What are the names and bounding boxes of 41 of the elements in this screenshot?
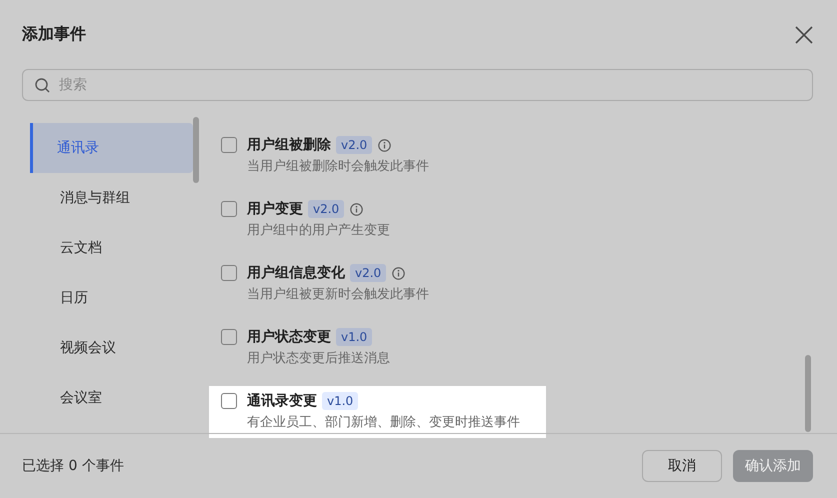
sidebar-item[interactable]: 消息与群组	[30, 173, 193, 223]
event-description: 用户状态变更后推送消息	[247, 350, 390, 368]
dialog-title: 添加事件	[22, 24, 86, 45]
selection-count: 已选择 0 个事件	[22, 457, 124, 475]
checkbox[interactable]	[221, 329, 237, 345]
event-description: 当用户组被删除时会触发此事件	[247, 158, 429, 176]
info-icon[interactable]	[392, 266, 406, 280]
version-badge: v1.0	[322, 392, 358, 410]
checkbox[interactable]	[221, 393, 237, 409]
sidebar-item[interactable]: 云文档	[30, 223, 193, 273]
sidebar-item[interactable]: 会议室	[30, 373, 193, 423]
version-badge: v2.0	[350, 264, 386, 282]
event-name: 通讯录变更	[247, 392, 317, 410]
event-item[interactable]: 用户状态变更 v1.0 用户状态变更后推送消息	[209, 322, 416, 374]
scrollbar-thumb[interactable]	[805, 355, 811, 432]
sidebar-item[interactable]: 日历	[30, 273, 193, 323]
sidebar-item[interactable]: 视频会议	[30, 323, 193, 373]
version-badge: v1.0	[336, 328, 372, 346]
checkbox[interactable]	[221, 201, 237, 217]
info-icon[interactable]	[378, 138, 392, 152]
info-icon[interactable]	[350, 202, 364, 216]
event-description: 有企业员工、部门新增、删除、变更时推送事件	[247, 414, 520, 432]
version-badge: v2.0	[336, 136, 372, 154]
event-description: 当用户组被更新时会触发此事件	[247, 286, 429, 304]
event-item[interactable]: 用户组信息变化 v2.0 当用户组被更新时会触发此事件	[209, 258, 455, 310]
scrollbar-thumb[interactable]	[193, 117, 199, 183]
search-icon	[35, 78, 50, 93]
close-icon[interactable]	[795, 26, 813, 44]
event-name: 用户状态变更	[247, 328, 331, 346]
event-name: 用户变更	[247, 200, 303, 218]
event-description: 用户组中的用户产生变更	[247, 222, 390, 240]
version-badge: v2.0	[308, 200, 344, 218]
checkbox[interactable]	[221, 137, 237, 153]
event-item[interactable]: 通讯录变更 v1.0 有企业员工、部门新增、删除、变更时推送事件	[209, 386, 546, 438]
search-field[interactable]: 搜索	[22, 69, 813, 101]
event-name: 用户组信息变化	[247, 264, 345, 282]
event-name: 用户组被删除	[247, 136, 331, 154]
event-item[interactable]: 用户变更 v2.0 用户组中的用户产生变更	[209, 194, 416, 246]
event-item[interactable]: 用户组被删除 v2.0 当用户组被删除时会触发此事件	[209, 130, 455, 182]
cancel-button[interactable]: 取消	[642, 450, 722, 482]
checkbox[interactable]	[221, 265, 237, 281]
